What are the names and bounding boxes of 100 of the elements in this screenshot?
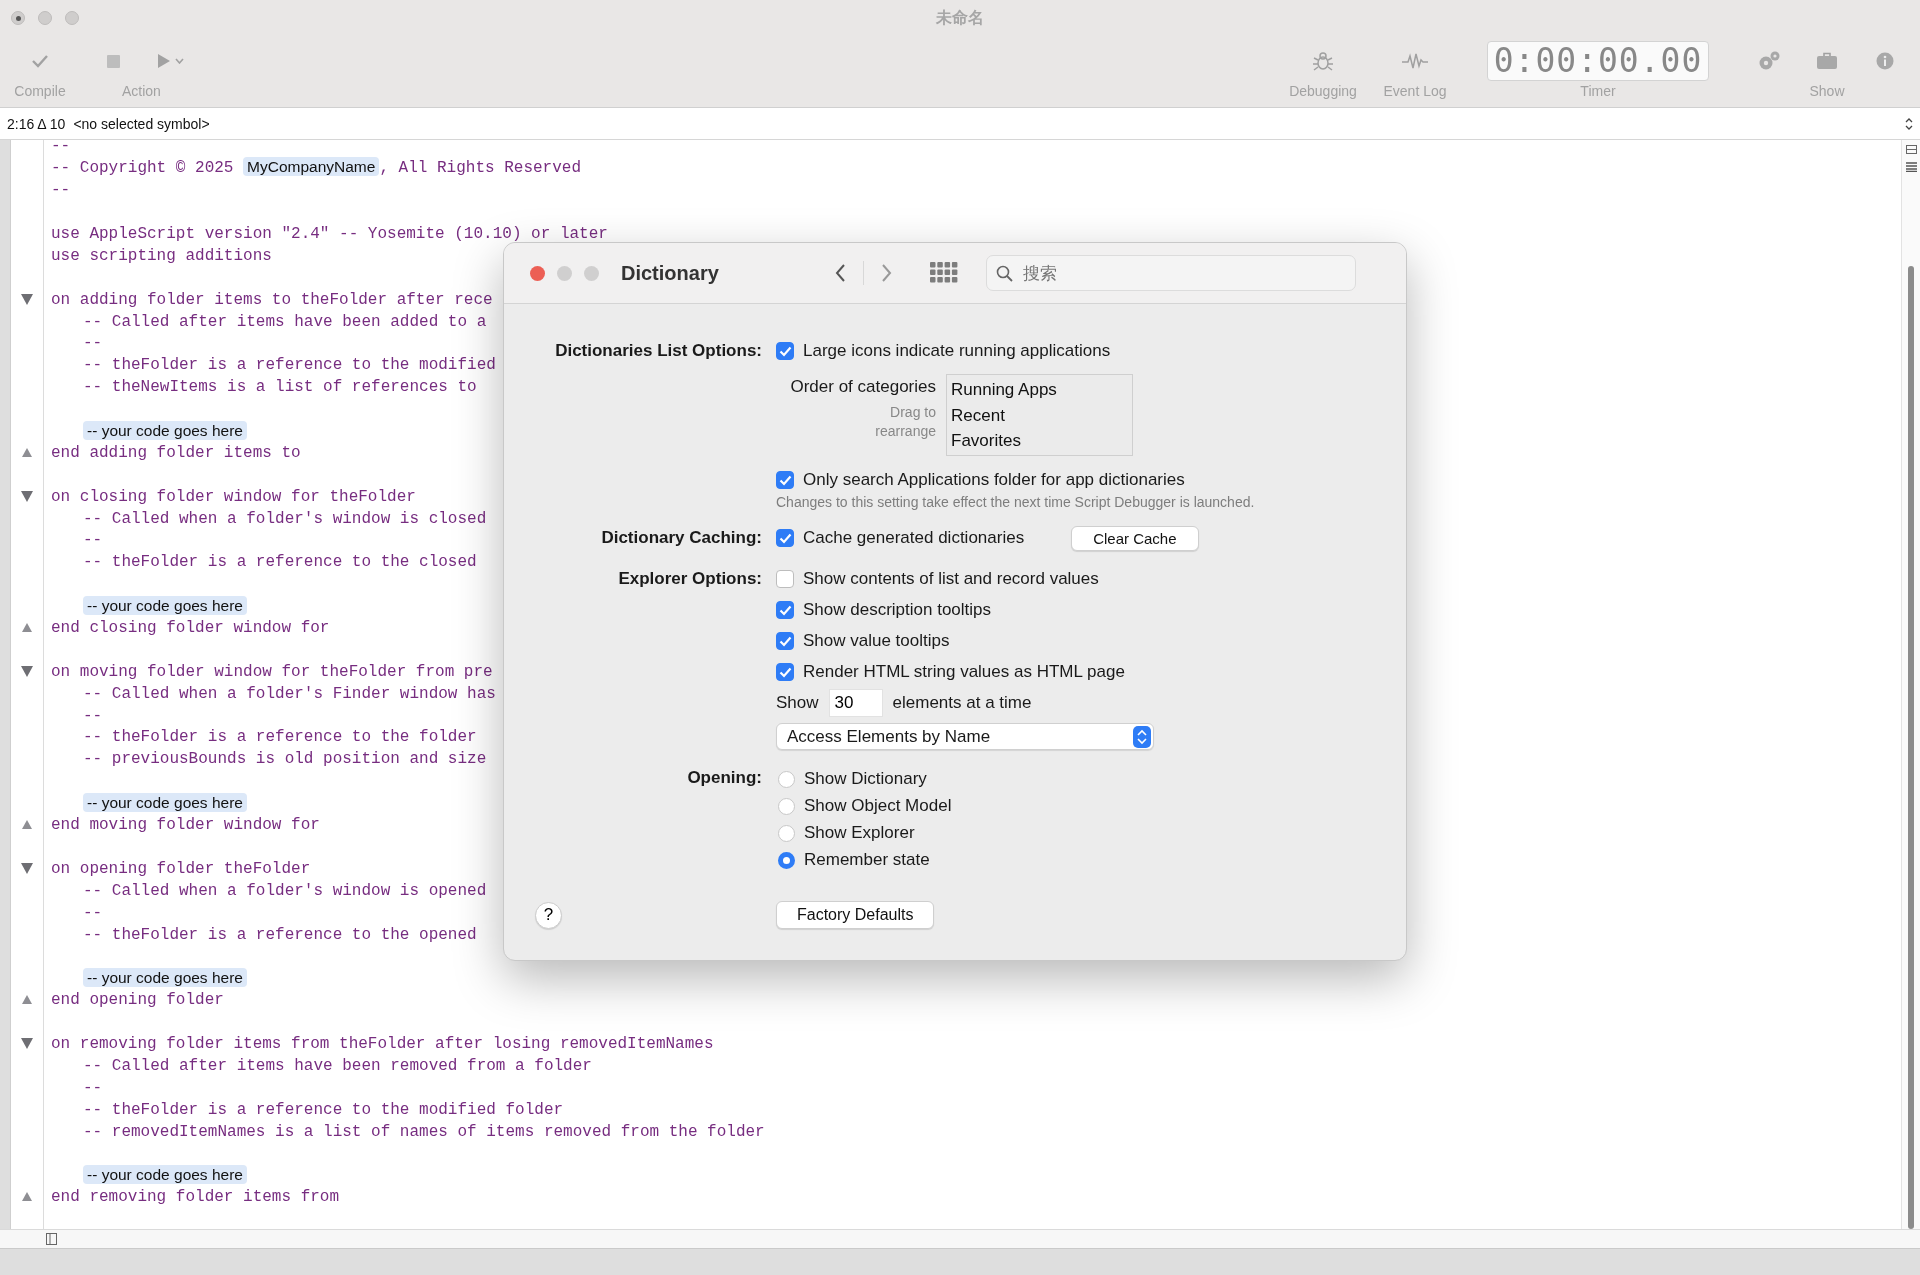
play-icon[interactable] [158,54,170,68]
checkbox[interactable] [776,601,794,619]
scrollbar-thumb[interactable] [1908,265,1914,1229]
checkbox[interactable] [776,663,794,681]
code-line: -- [83,531,103,550]
code-line: on removing folder items from theFolder after losing removedItemNames [51,1034,714,1053]
code-placeholder[interactable]: -- your code goes here [83,792,247,812]
factory-defaults-button[interactable]: Factory Defaults [776,901,935,929]
code-line: end removing folder items from [51,1188,340,1207]
updown-icon[interactable] [1905,117,1913,130]
checkbox[interactable] [776,342,794,360]
code-line: -- Called when a folder's window is closed [83,509,487,528]
checkmark-icon[interactable] [31,54,49,68]
toolbar-label: Debugging [1289,83,1357,101]
toolbar-label: Compile [14,83,66,101]
caret-icon[interactable] [175,58,184,64]
checkbox-label[interactable]: Show value tooltips [803,631,950,651]
code-line: -- Called after items have been added to a [83,312,487,331]
checkbox-label[interactable]: Only search Applications folder for app dictionaries [803,470,1185,490]
split-icon[interactable] [1905,145,1917,154]
fold-icon[interactable] [20,665,33,677]
close-button[interactable] [11,11,25,25]
note-text: Changes to this setting take effect the next time Script Debugger is launched. [776,494,1256,510]
back-icon[interactable] [835,264,846,282]
panel-icon[interactable] [46,1233,57,1245]
fold-icon[interactable] [20,1037,33,1049]
category-item[interactable]: Favorites [951,428,1128,454]
radio-label[interactable]: Show Dictionary [804,769,927,789]
help-button[interactable]: ? [535,901,562,929]
code-line: -- theFolder is a reference to the opened [83,925,477,944]
code-line: -- [51,181,71,200]
code-line: -- [83,903,103,922]
field-label: Order of categories [790,377,936,397]
dialog-title: Dictionary [621,261,720,285]
checkbox-label[interactable]: Cache generated dictionaries [803,528,1025,548]
briefcase-icon[interactable] [1816,52,1838,70]
radio-button[interactable] [778,770,795,788]
hint-text: Drag to rearrange [874,403,936,441]
radio-label[interactable]: Show Object Model [804,796,952,816]
code-line: use AppleScript version "2.4" -- Yosemite (10.10) or later [51,225,608,243]
code-line: end moving folder window for [51,816,320,835]
code-line: -- theFolder is a reference to the modified folder [83,1100,564,1119]
count-field[interactable]: 30 [828,689,883,717]
code-line: -- [83,706,103,725]
code-placeholder[interactable]: -- your code goes here [83,1164,247,1184]
checkbox[interactable] [776,529,794,547]
fold-icon[interactable] [20,862,33,874]
code-line: end closing folder window for [51,619,330,638]
checkbox-label[interactable]: Show contents of list and record values [803,569,1099,589]
gears-icon[interactable] [1757,51,1781,71]
checkbox-label[interactable]: Render HTML string values as HTML page [803,662,1125,682]
code-line: -- [51,140,71,156]
radio-button[interactable] [778,851,795,869]
code-line: -- Called after items have been removed from a folder [83,1056,592,1075]
field-label: elements at a time [892,693,1032,713]
radio-button[interactable] [778,824,795,842]
fold-icon[interactable] [20,490,33,502]
fold-icon[interactable] [20,293,33,305]
fold-icon[interactable] [21,1192,32,1202]
radio-button[interactable] [778,797,795,815]
field-label: Show [776,693,819,713]
toolbar-label: Timer [1580,83,1616,101]
radio-label[interactable]: Show Explorer [804,823,915,843]
category-item[interactable]: Recent [951,402,1128,428]
checkbox-label[interactable]: Show description tooltips [803,600,992,620]
grid-icon[interactable] [930,262,958,284]
fold-icon[interactable] [21,447,32,457]
code-line: -- [83,1078,103,1097]
code-line: on opening folder theFolder [51,859,311,878]
checkbox[interactable] [776,471,794,489]
info-icon[interactable] [1876,52,1894,70]
clear-cache-button[interactable]: Clear Cache [1071,525,1199,551]
code-line: -- theFolder is a reference to the folder [83,728,477,747]
code-placeholder[interactable]: -- your code goes here [83,420,247,440]
fold-icon[interactable] [21,995,32,1005]
cursor-position: 2:16 Δ 10 [7,115,66,132]
radio-label[interactable]: Remember state [804,850,930,870]
code-line: -- previousBounds is old position and size [83,750,487,769]
code-placeholder[interactable]: -- your code goes here [83,595,247,615]
code-placeholder[interactable]: -- your code goes here [83,967,247,987]
forward-icon[interactable] [881,264,892,282]
code-line: on closing folder window for theFolder [51,487,416,506]
bug-icon[interactable] [1312,51,1334,71]
symbol-popup[interactable]: <no selected symbol> [73,115,1897,132]
close-button[interactable] [530,265,545,281]
updown-icon [1133,725,1151,748]
fold-icon[interactable] [21,820,32,830]
waveform-icon[interactable] [1401,52,1429,70]
code-line: end opening folder [51,991,224,1010]
checkbox-label[interactable]: Large icons indicate running applications [803,341,1111,361]
popup-button[interactable]: Access Elements by Name [776,723,1154,750]
category-item[interactable]: Running Apps [951,377,1128,403]
lines-icon[interactable] [1905,162,1917,172]
checkbox[interactable] [776,632,794,650]
checkbox[interactable] [776,570,794,588]
search-field[interactable]: 搜索 [986,255,1356,291]
toolbar-label: Action [122,83,161,101]
fold-icon[interactable] [21,623,32,633]
code-line: on moving folder window for theFolder from pre [51,662,493,681]
category-list[interactable]: Running Apps Recent Favorites [946,374,1133,456]
